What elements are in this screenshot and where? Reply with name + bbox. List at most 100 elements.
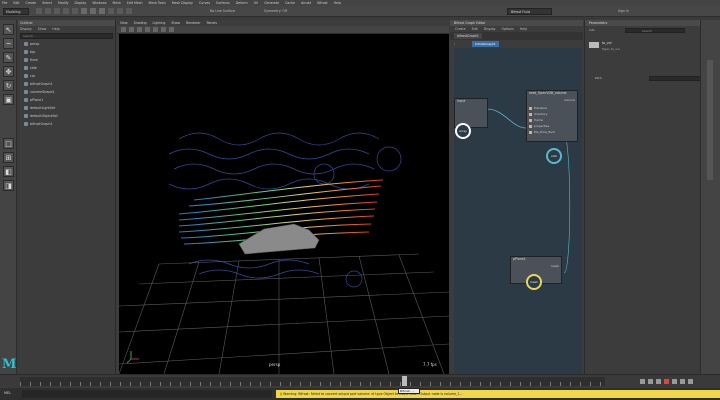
command-input[interactable] xyxy=(22,390,272,398)
undo-icon[interactable] xyxy=(63,8,69,14)
outliner-item[interactable]: bifrostGraph1 xyxy=(18,80,115,88)
step-back-icon[interactable] xyxy=(648,379,653,384)
menu-item[interactable]: Cache xyxy=(285,1,295,5)
lasso-tool-icon[interactable]: ~ xyxy=(3,38,14,49)
live-surface-label[interactable]: No Live Surface xyxy=(210,8,235,15)
timeline-tick xyxy=(540,382,541,386)
menu-item[interactable]: Create xyxy=(26,1,37,5)
menu-item[interactable]: Mesh Tools xyxy=(149,1,166,5)
menu-item[interactable]: Curves xyxy=(199,1,210,5)
open-scene-icon[interactable] xyxy=(45,8,51,14)
redo-icon[interactable] xyxy=(72,8,78,14)
plane-mesh-port[interactable]: mesh xyxy=(551,264,559,268)
time-slider-track[interactable] xyxy=(20,377,605,386)
isolate-select-icon[interactable] xyxy=(169,27,174,32)
select-by-hierarchy-icon[interactable] xyxy=(81,8,87,14)
outliner-item[interactable]: car xyxy=(18,72,115,80)
outliner-item[interactable]: top xyxy=(18,48,115,56)
select-tool-icon[interactable]: ↖ xyxy=(3,24,14,35)
car-mesh[interactable] xyxy=(238,223,320,255)
input-port[interactable]: file_time_field xyxy=(527,129,579,135)
go-to-end-icon[interactable] xyxy=(688,379,693,384)
move-tool-icon[interactable]: ✥ xyxy=(3,66,14,77)
timeline-tick xyxy=(270,382,271,386)
select-by-object-icon[interactable] xyxy=(90,8,96,14)
sign-in-button[interactable]: Sign In xyxy=(618,8,629,15)
menu-item[interactable]: Edit Mesh xyxy=(127,1,143,5)
volume-node-title: read_OpenVDB_volume xyxy=(529,91,567,95)
single-view-icon[interactable]: □ xyxy=(3,138,14,149)
outliner-search-input[interactable]: Search... xyxy=(20,33,113,39)
mode-selector[interactable]: Modeling xyxy=(3,8,29,15)
outliner-item[interactable]: side xyxy=(18,64,115,72)
outliner-menu-item[interactable]: Show xyxy=(38,26,47,32)
play-forward-icon[interactable] xyxy=(672,379,677,384)
tab-bifrostgraph[interactable]: bifrostGraph1 xyxy=(454,33,482,39)
breadcrumb[interactable]: bifrostGraph1 xyxy=(472,41,499,47)
menu-item[interactable]: Modify xyxy=(58,1,69,5)
outliner-item[interactable]: defaultObjectSet xyxy=(18,112,115,120)
outliner-item[interactable]: persp xyxy=(18,40,115,48)
menu-item[interactable]: Bifrost xyxy=(317,1,327,5)
outliner-menu-item[interactable]: Help xyxy=(52,26,59,32)
wireframe-icon[interactable] xyxy=(129,27,134,32)
snap-curve-icon[interactable] xyxy=(117,8,123,14)
timeline-tick xyxy=(440,382,441,386)
read-openvdb-volume-node[interactable]: read_OpenVDB_volume volume filename direc… xyxy=(526,90,578,142)
rotate-tool-icon[interactable]: ↻ xyxy=(3,80,14,91)
persp-graph-icon[interactable]: ◨ xyxy=(3,180,14,191)
menu-item[interactable]: UV xyxy=(254,1,259,5)
menu-item[interactable]: Mesh Display xyxy=(172,1,193,5)
outliner-item[interactable]: pPlane1 xyxy=(18,96,115,104)
step-forward-icon[interactable] xyxy=(680,379,685,384)
menu-item[interactable]: Help xyxy=(334,1,341,5)
play-back-icon[interactable] xyxy=(656,379,661,384)
four-view-icon[interactable]: ⊞ xyxy=(3,152,14,163)
outliner-item[interactable]: volumeShape1 xyxy=(18,88,115,96)
textured-icon[interactable] xyxy=(145,27,150,32)
new-scene-icon[interactable] xyxy=(36,8,42,14)
timeline-tick xyxy=(280,382,281,386)
save-scene-icon[interactable] xyxy=(54,8,60,14)
lights-icon[interactable] xyxy=(153,27,158,32)
volume-out-port[interactable]: volume xyxy=(564,98,575,102)
menu-item[interactable]: Windows xyxy=(92,1,106,5)
toolbox: ↖ ~ ✎ ✥ ↻ ▣ □ ⊞ ◧ ◨ M xyxy=(0,20,17,374)
snap-grid-icon[interactable] xyxy=(108,8,114,14)
stop-icon[interactable] xyxy=(664,379,669,384)
symmetry-label[interactable]: Symmetry: Off xyxy=(264,8,287,15)
outliner-panel: Outliner Display Show Help Search... persp… xyxy=(18,20,116,374)
shadows-icon[interactable] xyxy=(161,27,166,32)
attribute-editor-tab[interactable] xyxy=(707,60,713,180)
menu-item[interactable]: Surfaces xyxy=(216,1,230,5)
go-to-start-icon[interactable] xyxy=(640,379,645,384)
graph-canvas[interactable]: input array read_OpenVDB_volume volume f… xyxy=(454,48,582,374)
tab-info[interactable]: Info xyxy=(589,28,595,32)
back-icon[interactable]: ‹ xyxy=(454,41,455,47)
outliner-item[interactable]: bifrostGraph1 xyxy=(18,120,115,128)
3d-viewport[interactable]: persp 7.7 fps xyxy=(119,34,449,374)
current-time-marker[interactable] xyxy=(402,376,407,386)
mel-label[interactable]: MEL xyxy=(4,391,11,395)
select-by-component-icon[interactable] xyxy=(99,8,105,14)
menu-item[interactable]: Edit xyxy=(13,1,19,5)
menu-item[interactable]: Generate xyxy=(264,1,279,5)
path-field[interactable] xyxy=(649,76,701,81)
menu-item[interactable]: Display xyxy=(75,1,87,5)
camera-icon[interactable] xyxy=(121,27,126,32)
outliner-item[interactable]: defaultLightSet xyxy=(18,104,115,112)
menu-item[interactable]: Deform xyxy=(236,1,248,5)
persp-outliner-icon[interactable]: ◧ xyxy=(3,166,14,177)
paint-select-icon[interactable]: ✎ xyxy=(3,52,14,63)
smooth-shade-icon[interactable] xyxy=(137,27,142,32)
scale-tool-icon[interactable]: ▣ xyxy=(3,94,14,105)
params-search-input[interactable]: Search xyxy=(625,28,685,33)
menu-item[interactable]: File xyxy=(2,1,7,5)
menu-item[interactable]: Mesh xyxy=(113,1,121,5)
menu-item[interactable]: Select xyxy=(42,1,52,5)
workspace-selector[interactable]: Bifrost Fluid xyxy=(507,8,552,15)
menu-item[interactable]: Arnold xyxy=(301,1,311,5)
outliner-item[interactable]: front xyxy=(18,56,115,64)
outliner-menu-item[interactable]: Display xyxy=(20,26,32,32)
snap-point-icon[interactable] xyxy=(126,8,132,14)
